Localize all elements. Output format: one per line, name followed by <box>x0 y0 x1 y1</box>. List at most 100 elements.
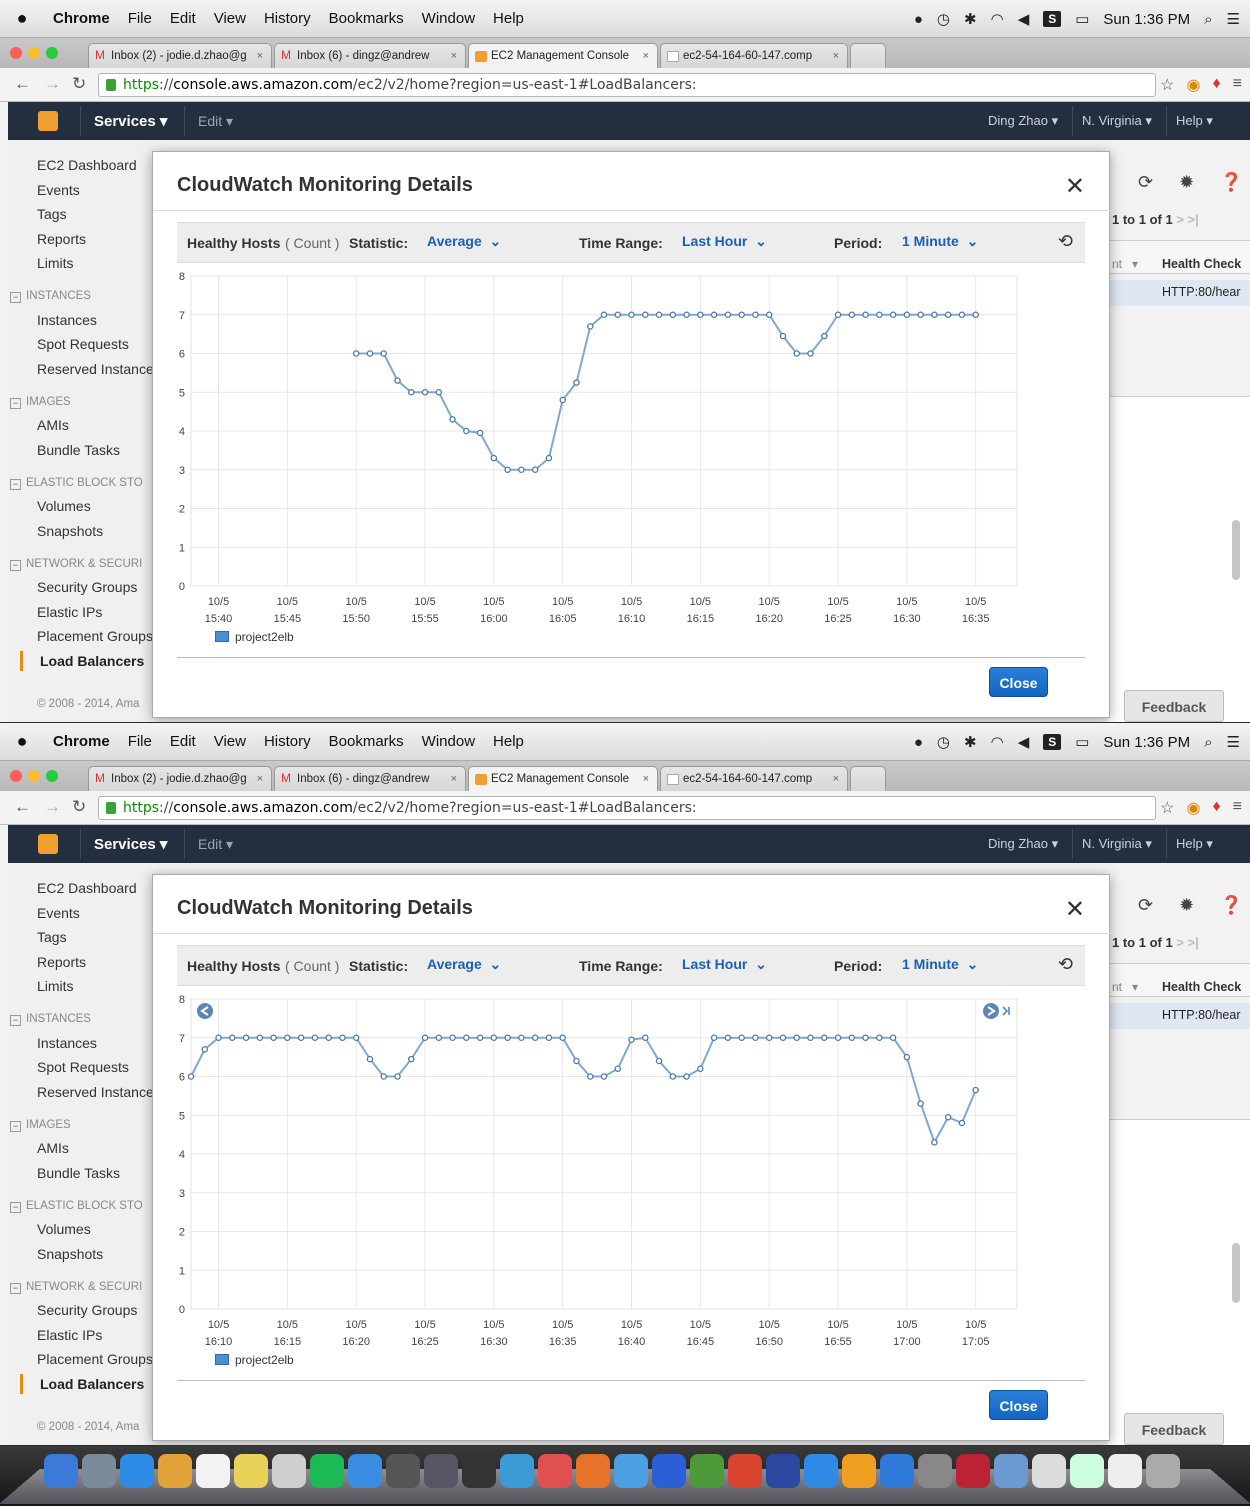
tab-gmail-1[interactable]: M Inbox (2) - jodie.d.zhao@g × <box>88 766 272 791</box>
close-icon[interactable]: ✕ <box>1065 172 1085 201</box>
tab-ec2-console[interactable]: EC2 Management Console × <box>468 43 658 68</box>
tab-close-icon[interactable]: × <box>833 50 839 62</box>
next-page-icon[interactable]: > <box>1176 935 1184 950</box>
sidebar-item-amis[interactable]: AMIs <box>37 1140 69 1156</box>
notification-center-icon[interactable]: ☰ <box>1227 733 1240 751</box>
edit-menu[interactable]: Edit ▾ <box>198 836 233 853</box>
terminal-icon[interactable] <box>462 1454 496 1488</box>
chrome-icon[interactable] <box>728 1454 762 1488</box>
system-preferences-icon[interactable] <box>918 1454 952 1488</box>
finder-icon[interactable] <box>44 1454 78 1488</box>
address-bar[interactable]: https://console.aws.amazon.com/ec2/v2/ho… <box>98 73 1156 97</box>
mail-icon[interactable] <box>158 1454 192 1488</box>
reload-icon[interactable]: ↻ <box>72 74 86 94</box>
back-arrow-icon[interactable]: ← <box>14 74 31 94</box>
chrome-menu-icon[interactable]: ≡ <box>1233 75 1242 95</box>
minimize-window-icon[interactable] <box>28 770 40 782</box>
sidebar-item-tags[interactable]: Tags <box>37 929 67 945</box>
sidebar-section-instances[interactable]: − INSTANCES <box>8 1013 91 1026</box>
network-icon[interactable] <box>994 1454 1028 1488</box>
bluetooth-icon[interactable]: ✱ <box>964 733 977 751</box>
sidebar-section-network[interactable]: − NETWORK & SECURI <box>8 558 142 571</box>
menu-bookmarks[interactable]: Bookmarks <box>320 10 413 27</box>
sidebar-item-events[interactable]: Events <box>37 182 80 198</box>
column-header-partial[interactable]: nt ▾ <box>1112 980 1138 994</box>
sidebar-item-load-balancers[interactable]: Load Balancers <box>40 653 144 669</box>
sidebar-item-elastic-ips[interactable]: Elastic IPs <box>37 1327 102 1343</box>
chart-legend[interactable]: project2elb <box>215 630 294 644</box>
facetime-icon[interactable] <box>386 1454 420 1488</box>
sidebar-item-placement-groups[interactable]: Placement Groups <box>37 628 153 644</box>
extension-icon-2[interactable]: ♦ <box>1212 798 1220 818</box>
sidebar-item-snapshots[interactable]: Snapshots <box>37 1246 103 1262</box>
menu-view[interactable]: View <box>205 733 255 750</box>
chart-scroll-left-icon[interactable] <box>197 1003 213 1019</box>
time-machine-icon[interactable]: ◷ <box>937 10 950 28</box>
clock[interactable]: Sun 1:36 PM <box>1103 734 1190 751</box>
tab-close-icon[interactable]: × <box>451 773 457 785</box>
sidebar-item-limits[interactable]: Limits <box>37 255 74 271</box>
help-circle-icon[interactable]: ❓ <box>1220 172 1242 193</box>
user-menu[interactable]: Ding Zhao ▾ <box>988 113 1058 129</box>
bluetooth-icon[interactable]: ✱ <box>964 10 977 28</box>
period-dropdown[interactable]: 1 Minute ⌄ <box>902 956 978 973</box>
region-menu[interactable]: N. Virginia ▾ <box>1082 836 1152 852</box>
last-page-icon[interactable]: >| <box>1188 935 1199 950</box>
close-icon[interactable]: ✕ <box>1065 895 1085 924</box>
tab-close-icon[interactable]: × <box>833 773 839 785</box>
refresh-icon[interactable]: ⟲ <box>1058 231 1073 252</box>
back-arrow-icon[interactable]: ← <box>14 797 31 817</box>
keynote-icon[interactable] <box>614 1454 648 1488</box>
help-circle-icon[interactable]: ❓ <box>1220 895 1242 916</box>
sidebar-item-spot-requests[interactable]: Spot Requests <box>37 336 129 352</box>
statistic-dropdown[interactable]: Average ⌄ <box>427 233 501 250</box>
sidebar-item-limits[interactable]: Limits <box>37 978 74 994</box>
new-tab-button[interactable] <box>850 43 886 68</box>
refresh-icon[interactable]: ⟳ <box>1138 895 1153 916</box>
system-icon[interactable] <box>424 1454 458 1488</box>
gear-icon[interactable]: ✹ <box>1179 172 1194 193</box>
menu-edit[interactable]: Edit <box>161 733 205 750</box>
reminders-icon[interactable] <box>272 1454 306 1488</box>
zoom-window-icon[interactable] <box>46 47 58 59</box>
menu-help[interactable]: Help <box>484 10 533 27</box>
itunes-icon[interactable] <box>804 1454 838 1488</box>
time-machine-icon[interactable]: ◷ <box>937 733 950 751</box>
user-menu[interactable]: Ding Zhao ▾ <box>988 836 1058 852</box>
word-icon[interactable] <box>652 1454 686 1488</box>
sidebar-item-security-groups[interactable]: Security Groups <box>37 1302 137 1318</box>
aws-logo-icon[interactable] <box>38 834 58 854</box>
tab-ec2-host[interactable]: ec2-54-164-60-147.comp × <box>660 43 848 68</box>
extension-icon[interactable]: ◉ <box>1187 798 1201 818</box>
clock[interactable]: Sun 1:36 PM <box>1103 11 1190 28</box>
extension-icon-2[interactable]: ♦ <box>1212 75 1220 95</box>
notes-icon[interactable] <box>234 1454 268 1488</box>
aws-logo-icon[interactable] <box>38 111 58 131</box>
pages-icon[interactable] <box>576 1454 610 1488</box>
app-store-icon[interactable] <box>880 1454 914 1488</box>
close-window-icon[interactable] <box>10 47 22 59</box>
safari-icon[interactable] <box>120 1454 154 1488</box>
sidebar-item-elastic-ips[interactable]: Elastic IPs <box>37 604 102 620</box>
s-app-icon[interactable]: S <box>1043 11 1062 27</box>
battery-icon[interactable]: ▭ <box>1075 10 1089 28</box>
help-menu[interactable]: Help ▾ <box>1176 113 1213 129</box>
time-range-dropdown[interactable]: Last Hour ⌄ <box>682 233 767 250</box>
period-dropdown[interactable]: 1 Minute ⌄ <box>902 233 978 250</box>
bookmark-star-icon[interactable]: ☆ <box>1160 798 1174 818</box>
refresh-icon[interactable]: ⟲ <box>1058 954 1073 975</box>
sidebar-section-network[interactable]: − NETWORK & SECURI <box>8 1281 142 1294</box>
spotlight-search-icon[interactable]: ⌕ <box>1204 11 1212 28</box>
sidebar-item-bundle-tasks[interactable]: Bundle Tasks <box>37 1165 120 1181</box>
sidebar-item-events[interactable]: Events <box>37 905 80 921</box>
preview-icon[interactable] <box>500 1454 534 1488</box>
spotlight-search-icon[interactable]: ⌕ <box>1204 734 1212 751</box>
sidebar-item-amis[interactable]: AMIs <box>37 417 69 433</box>
stickies-icon[interactable] <box>766 1454 800 1488</box>
textedit-icon[interactable] <box>538 1454 572 1488</box>
launchpad-icon[interactable] <box>82 1454 116 1488</box>
apple-icon[interactable]: ● <box>0 8 44 29</box>
sidebar-item-spot-requests[interactable]: Spot Requests <box>37 1059 129 1075</box>
sidebar-item-ec2-dashboard[interactable]: EC2 Dashboard <box>37 880 137 896</box>
wifi-icon[interactable]: ◠ <box>991 10 1004 28</box>
